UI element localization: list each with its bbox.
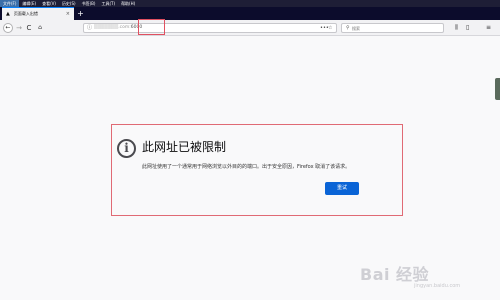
search-input[interactable] <box>352 25 440 31</box>
forward-button[interactable]: → <box>15 23 23 33</box>
reload-button[interactable]: C <box>25 23 33 33</box>
search-icon: ⚲ <box>346 25 350 31</box>
error-title: 此网址已被限制 <box>142 140 227 154</box>
menu-tools[interactable]: 工具(T) <box>98 0 118 7</box>
home-button[interactable]: ⌂ <box>36 23 44 33</box>
menu-help[interactable]: 帮助(H) <box>118 0 138 7</box>
side-panel-handle[interactable] <box>495 78 500 100</box>
library-icon[interactable]: ⫼ <box>455 23 458 33</box>
menu-view[interactable]: 查看(V) <box>39 0 59 7</box>
menu-history[interactable]: 历史(S) <box>59 0 79 7</box>
back-button[interactable]: ← <box>3 23 13 33</box>
info-icon: i <box>117 139 136 158</box>
info-icon[interactable]: ⓘ <box>87 24 92 32</box>
menu-file[interactable]: 文件(F) <box>0 0 20 7</box>
close-icon[interactable]: × <box>66 11 70 17</box>
url-bar[interactable]: ⓘ ▒▒▒▒▒▒▒.com:6000 ••• ☆ <box>83 19 337 35</box>
bookmark-star-icon[interactable]: ☆ <box>328 24 332 32</box>
error-panel: i 此网址已被限制 此网址使用了一个通常用于网络浏览以外目的的端口。出于安全原因… <box>111 124 403 216</box>
watermark-subtext: jingyan.baidu.com <box>414 283 461 289</box>
retry-button[interactable]: 重试 <box>325 182 359 195</box>
tab-active[interactable]: ▲ 页面载入出错 × <box>2 7 74 20</box>
warning-icon: ▲ <box>6 10 10 17</box>
tab-strip: ▲ 页面载入出错 × + <box>0 7 500 20</box>
watermark-text: Bai 经验 <box>360 265 430 284</box>
navigation-bar: ← → C ⌂ ⓘ ▒▒▒▒▒▒▒.com:6000 ••• ☆ ⚲ ⫼ ▯ ≡ <box>0 19 500 36</box>
hamburger-menu-icon[interactable]: ≡ <box>486 23 491 33</box>
menu-edit[interactable]: 编辑(E) <box>19 0 39 7</box>
sidebar-icon[interactable]: ▯ <box>466 23 469 33</box>
menu-bar: 文件(F) 编辑(E) 查看(V) 历史(S) 书签(B) 工具(T) 帮助(H… <box>0 0 500 7</box>
search-bar[interactable]: ⚲ <box>341 23 444 33</box>
url-redacted: ▒▒▒▒▒▒▒ <box>94 25 119 30</box>
url-text[interactable]: ▒▒▒▒▒▒▒.com:6000 <box>94 24 142 32</box>
url-domain: .com: <box>118 25 131 30</box>
menu-bookmarks[interactable]: 书签(B) <box>79 0 99 7</box>
tab-title: 页面载入出错 <box>13 11 38 16</box>
browser-window: 文件(F) 编辑(E) 查看(V) 历史(S) 书签(B) 工具(T) 帮助(H… <box>0 0 500 300</box>
error-description: 此网址使用了一个通常用于网络浏览以外目的的端口。出于安全原因，Firefox 取… <box>142 164 351 170</box>
port-highlight-frame <box>138 19 165 35</box>
new-tab-button[interactable]: + <box>74 8 87 20</box>
